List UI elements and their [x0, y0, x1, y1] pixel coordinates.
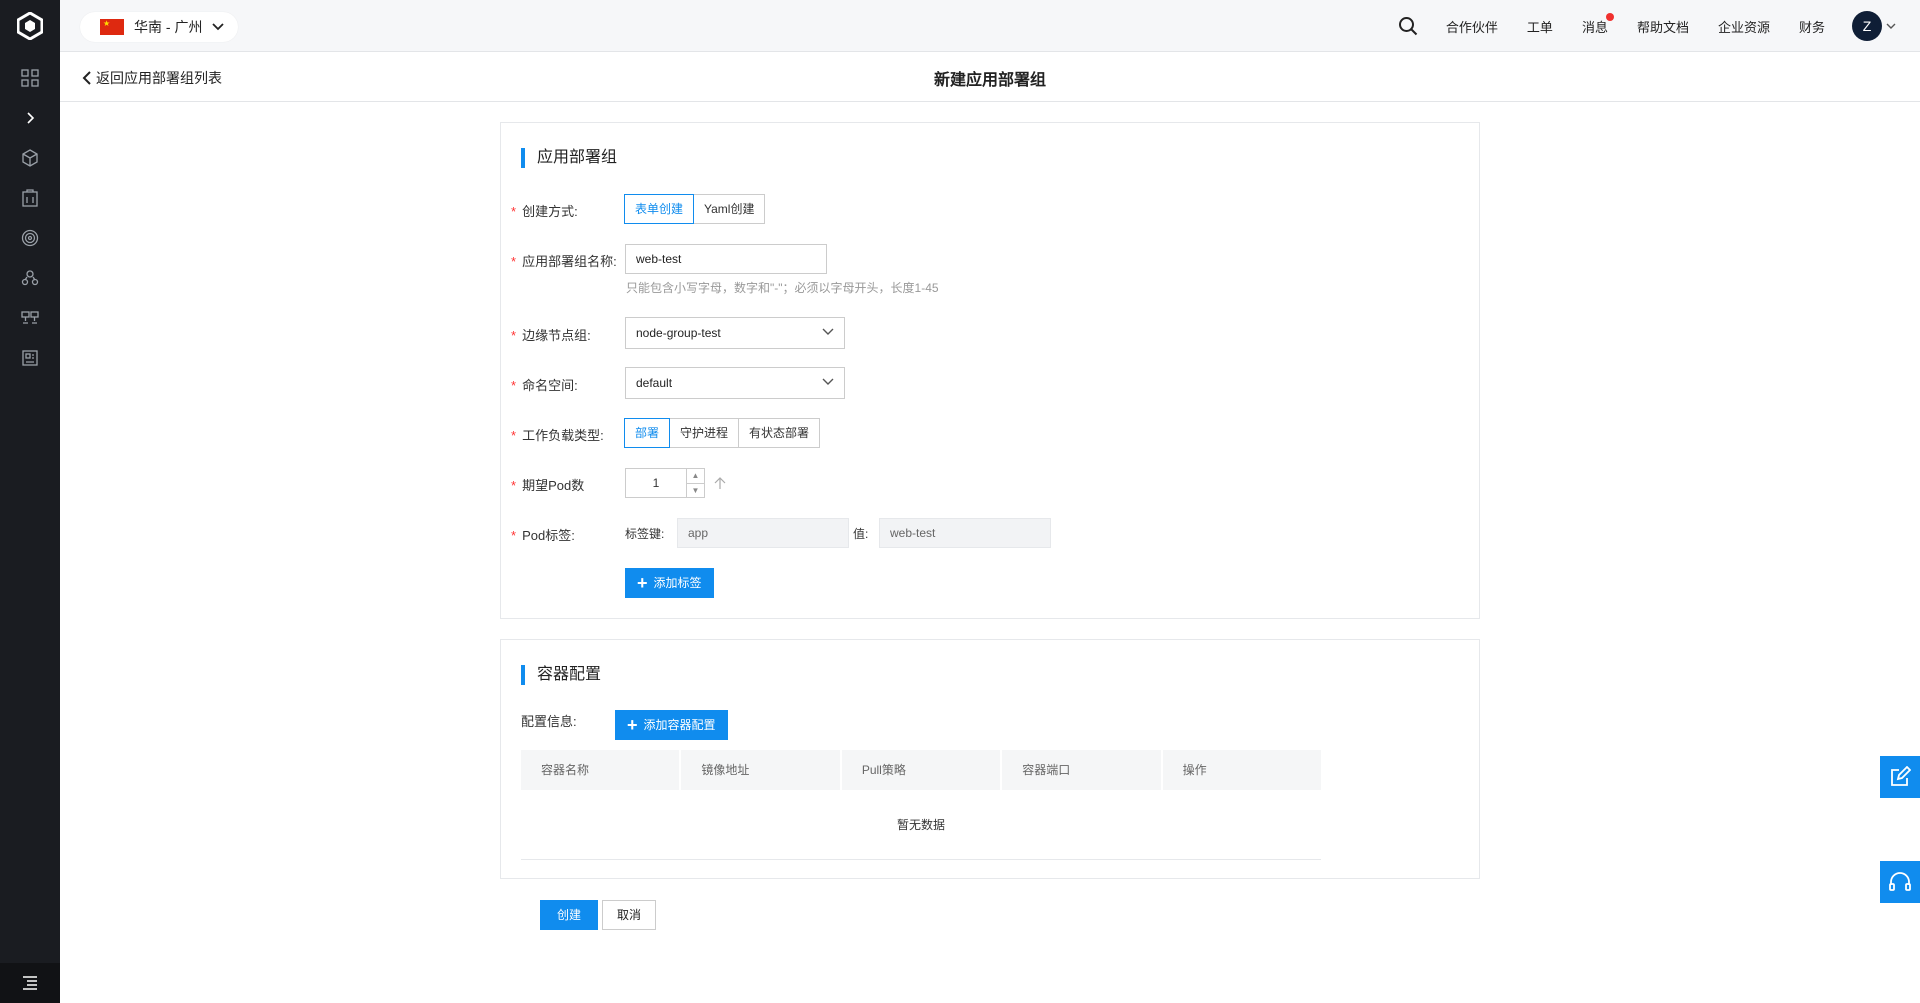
dashboard-grid-icon[interactable]	[0, 58, 60, 98]
nav-messages-label: 消息	[1581, 19, 1608, 35]
image-box-icon[interactable]	[0, 338, 60, 378]
namespace-value: default	[636, 376, 673, 390]
namespace-select[interactable]: default	[625, 367, 845, 399]
pod-labels-label: * Pod标签:	[511, 528, 575, 543]
create-mode-label-text: 创建方式:	[522, 204, 578, 219]
plus-icon: +	[627, 715, 638, 735]
plus-icon: +	[637, 573, 648, 593]
node-group-value: node-group-test	[636, 326, 721, 340]
target-icon[interactable]	[0, 218, 60, 258]
cancel-button[interactable]: 取消	[602, 900, 657, 930]
add-label-button[interactable]: + 添加标签	[625, 568, 714, 598]
increment-icon[interactable]: ▲	[687, 469, 704, 484]
search-icon[interactable]	[1398, 16, 1418, 36]
network-icon[interactable]	[0, 298, 60, 338]
customer-service-button[interactable]	[1880, 861, 1920, 903]
workload-label: * 工作负载类型:	[511, 428, 604, 443]
create-button[interactable]: 创建	[540, 900, 599, 930]
pod-labels-label-text: Pod标签:	[522, 528, 575, 543]
column-header-container-name: 容器名称	[521, 750, 682, 790]
workload-deployment-option[interactable]: 部署	[624, 418, 671, 448]
headset-icon	[1889, 872, 1911, 891]
empty-state: 暂无数据	[521, 790, 1321, 860]
pod-count-value: 1	[652, 476, 660, 490]
node-group-label-text: 边缘节点组:	[522, 328, 591, 343]
pod-count-label: * 期望Pod数	[511, 478, 585, 493]
workload-statefulset-option[interactable]: 有状态部署	[738, 418, 821, 448]
workload-label-text: 工作负载类型:	[522, 428, 604, 443]
deploy-group-card: 应用部署组 * 创建方式: 表单创建 Yaml创建 * 应用部署组名称: web-t…	[500, 122, 1480, 619]
namespace-label-text: 命名空间:	[522, 378, 578, 393]
menu-collapse-icon[interactable]	[0, 963, 60, 1003]
create-mode-form-option[interactable]: 表单创建	[624, 194, 695, 224]
add-container-config-button[interactable]: + 添加容器配置	[615, 710, 728, 740]
deploy-name-label-text: 应用部署组名称:	[522, 254, 617, 269]
column-header-image-address: 镜像地址	[681, 750, 842, 790]
pod-count-label-text: 期望Pod数	[522, 478, 585, 493]
section-title-container-config: 容器配置	[521, 665, 601, 685]
page-title: 新建应用部署组	[933, 72, 1046, 89]
arrow-up-icon	[714, 477, 726, 489]
add-container-config-button-label: 添加容器配置	[643, 718, 716, 732]
nav-messages[interactable]: 消息	[1581, 12, 1614, 36]
container-config-card: 容器配置 配置信息: + 添加容器配置 容器名称 镜像地址 Pull策略 容器端…	[500, 639, 1480, 879]
deploy-name-hint: 只能包含小写字母，数字和"-"；必须以字母开头，长度1-45	[626, 281, 939, 295]
top-bar: 华南 - 广州 合作伙伴 工单 消息 帮助文档 企业资源 财务 Z	[60, 0, 1920, 52]
region-label: 华南 - 广州	[134, 19, 203, 35]
avatar-chevron-icon[interactable]	[1886, 23, 1896, 29]
expand-chevron-icon[interactable]	[0, 98, 60, 138]
cube-icon[interactable]	[0, 138, 60, 178]
create-mode-segment: 表单创建 Yaml创建	[624, 194, 766, 224]
label-value-input[interactable]: web-test	[879, 518, 1051, 548]
nav-help-docs[interactable]: 帮助文档	[1637, 17, 1689, 36]
config-info-label: 配置信息:	[521, 714, 577, 729]
deploy-name-label: * 应用部署组名称:	[511, 254, 617, 269]
label-value-label: 值:	[853, 527, 869, 541]
top-nav: 合作伙伴 工单 消息 帮助文档 企业资源 财务 Z	[1398, 0, 1920, 52]
feedback-button[interactable]	[1880, 756, 1920, 798]
label-key-label: 标签键:	[625, 527, 665, 541]
node-group-select[interactable]: node-group-test	[625, 317, 845, 349]
sub-header: 返回应用部署组列表 新建应用部署组	[60, 52, 1920, 102]
column-header-actions: 操作	[1182, 763, 1207, 777]
deploy-name-input[interactable]: web-test	[625, 244, 827, 274]
nav-finance[interactable]: 财务	[1799, 17, 1825, 36]
unread-dot	[1605, 12, 1614, 21]
workload-segment: 部署 守护进程 有状态部署	[624, 418, 821, 448]
building-icon[interactable]	[0, 178, 60, 218]
create-mode-yaml-option[interactable]: Yaml创建	[693, 194, 766, 224]
column-header-container-port: 容器端口	[1002, 750, 1163, 790]
add-label-button-label: 添加标签	[653, 576, 702, 590]
logo-icon[interactable]	[0, 0, 60, 52]
nav-partners[interactable]: 合作伙伴	[1446, 17, 1498, 36]
left-sidebar	[0, 0, 60, 1003]
column-header-pull-policy: Pull策略	[842, 750, 1003, 790]
workload-daemonset-option[interactable]: 守护进程	[669, 418, 740, 448]
region-selector[interactable]: 华南 - 广州	[80, 12, 239, 42]
user-group-icon[interactable]	[0, 258, 60, 298]
label-key-input[interactable]: app	[677, 518, 849, 548]
avatar[interactable]: Z	[1852, 11, 1882, 41]
nav-enterprise[interactable]: 企业资源	[1718, 17, 1770, 36]
container-table: 容器名称 镜像地址 Pull策略 容器端口 操作 暂无数据	[521, 750, 1321, 860]
create-mode-label: * 创建方式:	[511, 204, 578, 219]
node-group-label: * 边缘节点组:	[511, 328, 591, 343]
section-title-deploy-group: 应用部署组	[521, 148, 617, 168]
table-header: 容器名称 镜像地址 Pull策略 容器端口 操作	[521, 750, 1321, 790]
china-flag-icon	[100, 19, 124, 35]
edit-icon	[1891, 766, 1911, 786]
chevron-down-icon	[822, 328, 834, 335]
chevron-down-icon	[212, 23, 225, 31]
nav-tickets[interactable]: 工单	[1527, 17, 1553, 36]
pod-count-stepper[interactable]: 1 ▲ ▼	[625, 468, 705, 498]
namespace-label: * 命名空间:	[511, 378, 578, 393]
decrement-icon[interactable]: ▼	[687, 484, 704, 498]
chevron-down-icon	[822, 378, 834, 385]
